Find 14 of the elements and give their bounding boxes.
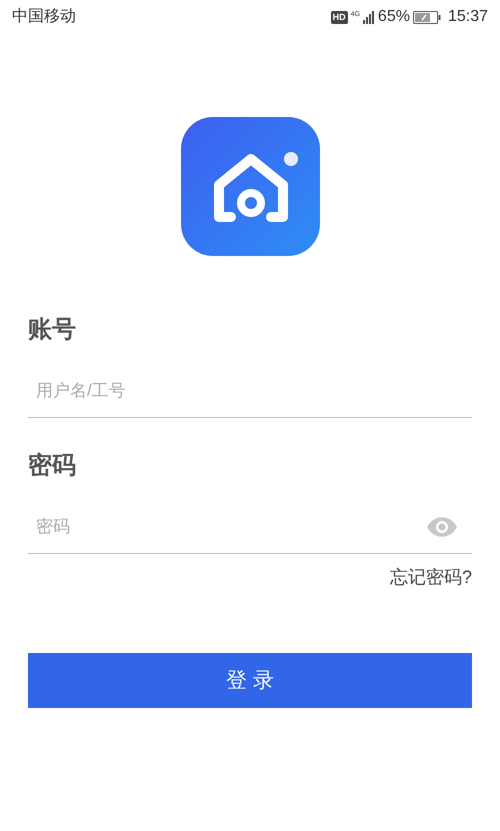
forgot-password-link[interactable]: 忘记密码? [390,564,472,591]
login-button[interactable]: 登 录 [28,653,472,708]
field-label: 密码 [28,451,77,481]
eye-icon[interactable] [426,516,458,538]
battery-percent: 65% [378,7,410,27]
field-label: 账号 [28,315,77,345]
hd-badge: HD [330,10,348,24]
battery-icon [412,10,441,24]
carrier-name: 中国移动 [12,6,76,27]
clock-time: 15:37 [448,7,488,27]
app-logo-icon [180,117,320,256]
password-field[interactable]: 密码 [28,504,426,553]
username-field[interactable]: 用户名/工号 [28,368,472,417]
signal-icon [362,10,375,24]
